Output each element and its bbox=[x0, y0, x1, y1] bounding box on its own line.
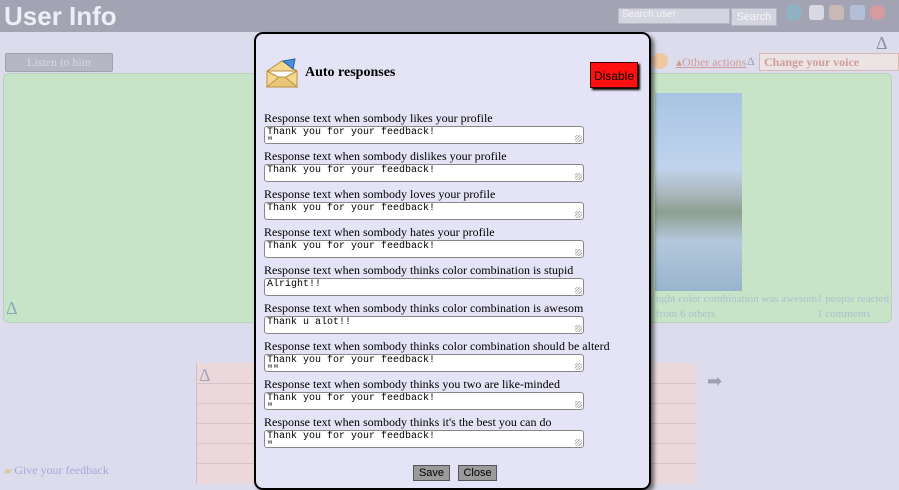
save-button[interactable]: Save bbox=[413, 465, 450, 481]
response-row-loves: Response text when sombody loves your pr… bbox=[264, 187, 584, 220]
response-textarea[interactable]: Thank you for your feedback! bbox=[264, 202, 584, 220]
header-bar: User Info Search user Search bbox=[0, 0, 899, 32]
response-row-likes: Response text when sombody likes your pr… bbox=[264, 111, 584, 144]
response-label: Response text when sombody likes your pr… bbox=[264, 111, 493, 125]
comments-count[interactable]: 1 comments bbox=[817, 308, 870, 320]
reaction-count: 1 people reacted bbox=[817, 293, 890, 305]
response-label: Response text when sombody hates your pr… bbox=[264, 225, 495, 239]
response-label: Response text when sombody thinks color … bbox=[264, 301, 584, 315]
response-row-dislikes: Response text when sombody dislikes your… bbox=[264, 149, 584, 182]
resize-grip-icon[interactable] bbox=[575, 287, 582, 294]
resize-grip-icon[interactable] bbox=[575, 211, 582, 218]
response-textarea[interactable]: Thank u alot!! bbox=[264, 316, 584, 334]
search-input[interactable]: Search user bbox=[618, 8, 730, 24]
resize-grip-icon[interactable] bbox=[575, 135, 582, 142]
profile-image bbox=[655, 93, 742, 291]
response-label: Response text when sombody thinks color … bbox=[264, 263, 574, 277]
response-row-best: Response text when sombody thinks it's t… bbox=[264, 415, 584, 448]
delta-icon: Δ bbox=[747, 54, 755, 68]
feedback-icon: ▰ bbox=[4, 466, 15, 477]
response-row-hates: Response text when sombody hates your pr… bbox=[264, 225, 584, 258]
envelope-icon bbox=[265, 58, 299, 88]
response-textarea[interactable]: Thank you for your feedback! "" bbox=[264, 354, 584, 372]
dialog-title: Auto responses bbox=[305, 65, 396, 80]
response-textarea[interactable]: Thank you for your feedback! " bbox=[264, 430, 584, 448]
feedback-link[interactable]: ▰ Give your feedback bbox=[4, 463, 109, 478]
close-button[interactable]: Close bbox=[458, 465, 497, 481]
response-row-alterd: Response text when sombody thinks color … bbox=[264, 339, 610, 372]
resize-grip-icon[interactable] bbox=[575, 401, 582, 408]
response-label: Response text when sombody thinks color … bbox=[264, 339, 610, 353]
resize-grip-icon[interactable] bbox=[575, 173, 582, 180]
response-textarea[interactable]: Thank you for your feedback! bbox=[264, 240, 584, 258]
resize-grip-icon[interactable] bbox=[575, 249, 582, 256]
delta-icon: Δ bbox=[199, 365, 211, 385]
response-label: Response text when sombody dislikes your… bbox=[264, 149, 507, 163]
reaction-text: ught color combination was awesom bbox=[656, 293, 818, 305]
response-row-like-minded: Response text when sombody thinks you tw… bbox=[264, 377, 584, 410]
response-label: Response text when sombody thinks it's t… bbox=[264, 415, 552, 429]
response-row-stupid: Response text when sombody thinks color … bbox=[264, 263, 584, 296]
resize-grip-icon[interactable] bbox=[575, 439, 582, 446]
response-row-awesom: Response text when sombody thinks color … bbox=[264, 301, 584, 334]
search-button[interactable]: Search bbox=[731, 8, 777, 26]
picture-icon[interactable] bbox=[850, 5, 865, 20]
home-icon[interactable] bbox=[809, 5, 824, 20]
response-textarea[interactable]: Alright!! bbox=[264, 278, 584, 296]
smiley-icon bbox=[652, 53, 668, 69]
collapse-triangle-icon[interactable]: Δ bbox=[876, 33, 888, 54]
response-textarea[interactable]: Thank you for your feedback! bbox=[264, 164, 584, 182]
listen-button[interactable]: Listen to him bbox=[5, 53, 113, 72]
page-title: User Info bbox=[4, 1, 117, 31]
change-voice-button[interactable]: Change your voice sample bbox=[759, 53, 899, 85]
response-textarea[interactable]: Thank you for your feedback! " bbox=[264, 126, 584, 144]
response-label: Response text when sombody thinks you tw… bbox=[264, 377, 560, 391]
delta-icon: Δ bbox=[6, 298, 18, 318]
settings-icon[interactable] bbox=[829, 5, 844, 20]
other-actions-link[interactable]: ▴Other actions bbox=[676, 55, 746, 70]
resize-grip-icon[interactable] bbox=[575, 363, 582, 370]
arrow-right-icon[interactable]: ➡ bbox=[707, 371, 722, 392]
from-others-text: from 6 others bbox=[656, 308, 716, 320]
response-textarea[interactable]: Thank you for your feedback! " bbox=[264, 392, 584, 410]
auto-responses-dialog: Auto responses Disable Response text whe… bbox=[254, 32, 651, 490]
resize-grip-icon[interactable] bbox=[575, 325, 582, 332]
users-icon[interactable] bbox=[786, 5, 801, 20]
logout-icon[interactable] bbox=[870, 5, 885, 20]
disable-button[interactable]: Disable bbox=[590, 62, 638, 88]
response-label: Response text when sombody loves your pr… bbox=[264, 187, 496, 201]
